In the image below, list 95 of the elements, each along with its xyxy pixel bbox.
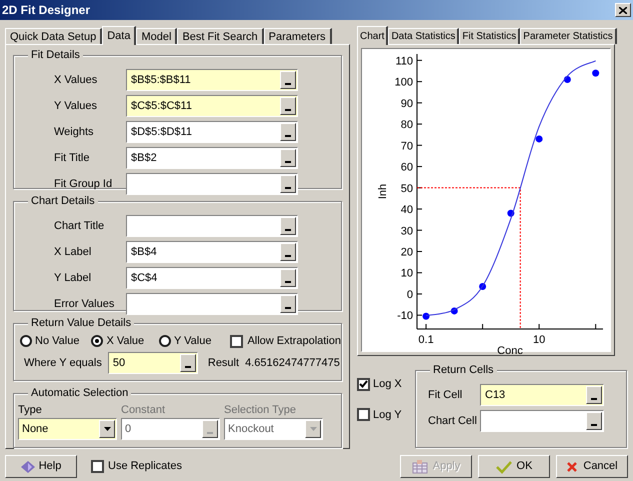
checkbox-label: Log Y [373,408,402,422]
y-tick-label: -10 [397,310,413,322]
input-field[interactable]: $C$4 [126,267,298,289]
browse-button[interactable] [280,71,296,89]
cancel-button[interactable]: Cancel [556,455,628,478]
browse-button[interactable] [180,354,196,372]
browse-button[interactable] [280,97,296,115]
tab[interactable]: Best Fit Search [177,28,264,44]
field-label: Error Values [54,296,116,312]
browse-button[interactable] [280,149,296,167]
y-tick-label: 90 [400,98,413,110]
caret-icon [310,427,316,432]
y-tick-label: 10 [400,268,413,280]
y-tick-label: 60 [400,162,413,174]
tab[interactable]: Data Statistics [388,28,460,44]
y-tick-label: 0 [406,288,413,301]
field-label: Fit Group Id [54,176,114,192]
radio-button[interactable] [20,335,32,347]
table-icon [412,460,428,474]
tab[interactable]: Model [136,28,178,44]
check-icon [496,460,512,474]
field-label: Fit Title [54,150,90,166]
field-label: Y Label [54,270,92,286]
input-field[interactable] [126,293,298,315]
help-button[interactable]: Help [5,455,77,478]
checkbox[interactable] [357,408,370,422]
field-label: Where Y equals [24,356,102,371]
field-label: Chart Cell [428,414,478,429]
y-axis-title: Inh [377,184,389,200]
checkbox[interactable] [91,460,104,473]
tab[interactable]: Data [102,26,136,45]
radio-label: No Value [35,334,80,349]
x-tick-label: 0.1 [418,334,434,346]
input-field[interactable] [126,173,298,195]
input-field[interactable]: 50 [108,352,198,374]
y-tick-label: 20 [400,246,413,258]
checkbox-label: Allow Extrapolation [247,334,341,349]
input-field[interactable]: $B$5:$B$11 [126,69,298,91]
browse-button[interactable] [280,175,296,193]
field-label: Chart Title [54,218,106,234]
radio-button[interactable] [158,335,171,347]
tab[interactable]: Parameter Statistics [520,28,617,44]
x-tick-label: 10 [533,334,546,346]
y-tick-label: 50 [400,182,413,195]
checkbox-label: Log X [373,377,402,392]
checkbox[interactable] [357,378,370,391]
radio-button[interactable] [91,335,104,347]
window-title: 2D Fit Designer [2,2,90,19]
y-tick-label: 110 [395,55,413,68]
close-icon [619,6,627,14]
dropdown[interactable]: None [18,418,117,440]
control-label: Type [18,403,43,418]
tab[interactable]: Parameters [264,28,332,44]
dropdown-button[interactable] [99,420,115,438]
input-field[interactable]: $C$5:$C$11 [126,95,298,117]
x-axis-title: Conc [497,345,523,354]
browse-button[interactable] [586,386,602,404]
result-value: 4.65162474777475 [245,356,340,371]
control-label: Constant [121,403,166,418]
y-tick-label: 100 [394,76,413,89]
control-label: Selection Type [224,403,297,418]
y-tick-label: 70 [400,140,413,152]
browse-button[interactable] [280,123,296,141]
y-tick-label: 80 [400,119,413,132]
field-label: X Values [54,72,98,88]
field-label: Weights [54,124,95,140]
y-tick-label: 40 [400,204,413,216]
tab[interactable]: Quick Data Setup [5,28,102,44]
field-label: Y Values [54,98,98,114]
tab[interactable]: Chart [357,26,388,45]
close-icon [566,460,578,472]
help-icon [20,460,35,472]
checkbox[interactable] [230,334,244,348]
input-field[interactable] [480,410,604,432]
browse-button[interactable] [280,243,296,261]
browse-button[interactable] [280,295,296,313]
ok-button[interactable]: OK [478,455,550,478]
input-field[interactable]: $D$5:$D$11 [126,121,298,143]
browse-button[interactable] [586,412,602,430]
close-button[interactable] [615,3,631,17]
result-label: Result [208,356,240,371]
radio-label: X Value [106,334,144,349]
input-field[interactable] [126,215,298,237]
y-tick-label: 30 [400,225,413,238]
radio-label: Y Value [174,334,212,349]
checkbox-label: Use Replicates [108,459,182,474]
input-field[interactable]: $B$4 [126,241,298,263]
tab[interactable]: Fit Statistics [459,28,520,44]
field-label: X Label [54,244,92,260]
field-label: Fit Cell [428,388,464,403]
input-field[interactable]: $B$2 [126,147,298,169]
caret-icon [104,427,110,432]
input-field[interactable]: C13 [480,384,604,406]
browse-button[interactable] [280,217,296,235]
browse-button[interactable] [280,269,296,287]
